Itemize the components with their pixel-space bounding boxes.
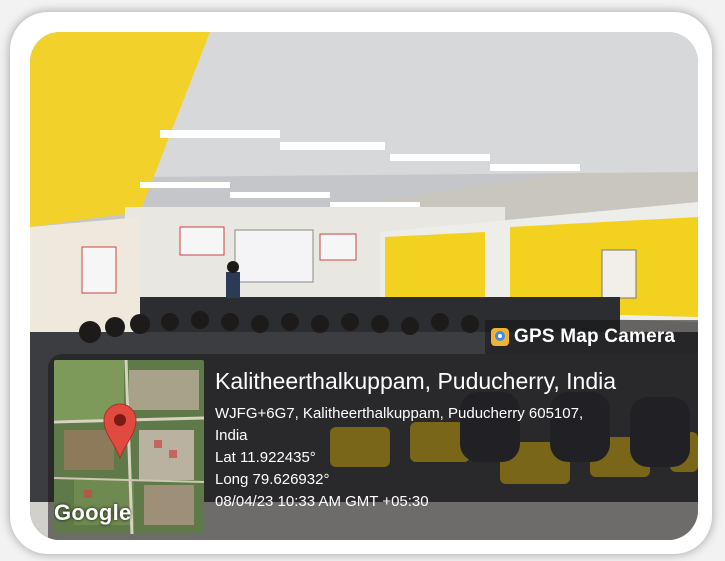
address-line-2: India <box>215 427 248 444</box>
location-title: Kalitheerthalkuppam, Puducherry, India <box>215 368 617 394</box>
latitude-text: Lat 11.922435° <box>215 449 316 466</box>
gps-map-camera-icon <box>491 328 509 346</box>
gps-brand-title: GPS Map Camera <box>514 326 676 347</box>
map-logo: Google <box>54 500 132 525</box>
longitude-text: Long 79.626932° <box>215 471 330 488</box>
location-details: Kalitheerthalkuppam, Puducherry, India W… <box>215 354 694 513</box>
gps-map-camera-badge: GPS Map Camera <box>485 320 698 354</box>
map-thumbnail: Google <box>54 360 204 534</box>
location-pin-icon <box>103 403 137 460</box>
address-line-1: WJFG+6G7, Kalitheerthalkuppam, Puducherr… <box>215 405 584 422</box>
classroom-photo: GPS Map Camera Google Kalitheerthalkuppa… <box>30 32 698 540</box>
photo-frame: GPS Map Camera Google Kalitheerthalkuppa… <box>10 12 712 554</box>
datetime-text: 08/04/23 10:33 AM GMT +05:30 <box>215 493 429 510</box>
location-info-panel: Google Kalitheerthalkuppam, Puducherry, … <box>48 354 698 540</box>
